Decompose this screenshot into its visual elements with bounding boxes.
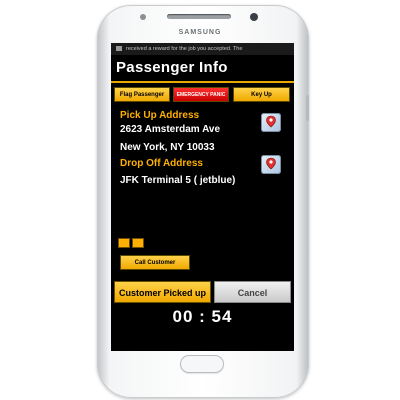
pickup-map-icon[interactable]	[261, 113, 281, 132]
front-camera	[250, 13, 258, 21]
dropoff-map-icon[interactable]	[261, 155, 281, 174]
title-divider	[111, 81, 294, 83]
page-title: Passenger Info	[116, 59, 228, 76]
app-screen: received a reward for the job you accept…	[111, 43, 294, 351]
flag-passenger-button[interactable]: Flag Passenger	[114, 87, 170, 102]
pickup-label: Pick Up Address	[120, 110, 200, 121]
device-brand: SAMSUNG	[178, 29, 222, 36]
dropoff-label: Drop Off Address	[120, 158, 203, 169]
key-up-button[interactable]: Key Up	[233, 87, 290, 102]
cancel-button[interactable]: Cancel	[214, 281, 291, 303]
customer-picked-up-button[interactable]: Customer Picked up	[114, 281, 211, 303]
emergency-panic-button[interactable]: EMERGENCY PANIC	[173, 87, 229, 102]
notification-bar[interactable]: received a reward for the job you accept…	[111, 43, 294, 55]
pickup-address-line1: 2623 Amsterdam Ave	[120, 124, 221, 135]
message-icon	[116, 46, 122, 52]
pickup-address-line2: New York, NY 10033	[120, 142, 215, 153]
timer-display: 00 : 54	[172, 307, 233, 326]
car-icon[interactable]	[118, 238, 130, 248]
proximity-sensor	[140, 14, 146, 20]
home-button[interactable]	[180, 355, 224, 373]
dropoff-address-line1: JFK Terminal 5 ( jetblue)	[120, 175, 236, 186]
power-button[interactable]	[306, 95, 309, 121]
route-icon[interactable]	[132, 238, 144, 248]
call-customer-button[interactable]: Call Customer	[120, 255, 190, 270]
earpiece-speaker	[167, 14, 231, 19]
map-pin-icon	[266, 115, 276, 128]
notification-text: received a reward for the job you accept…	[126, 46, 243, 52]
map-pin-icon	[266, 157, 276, 170]
